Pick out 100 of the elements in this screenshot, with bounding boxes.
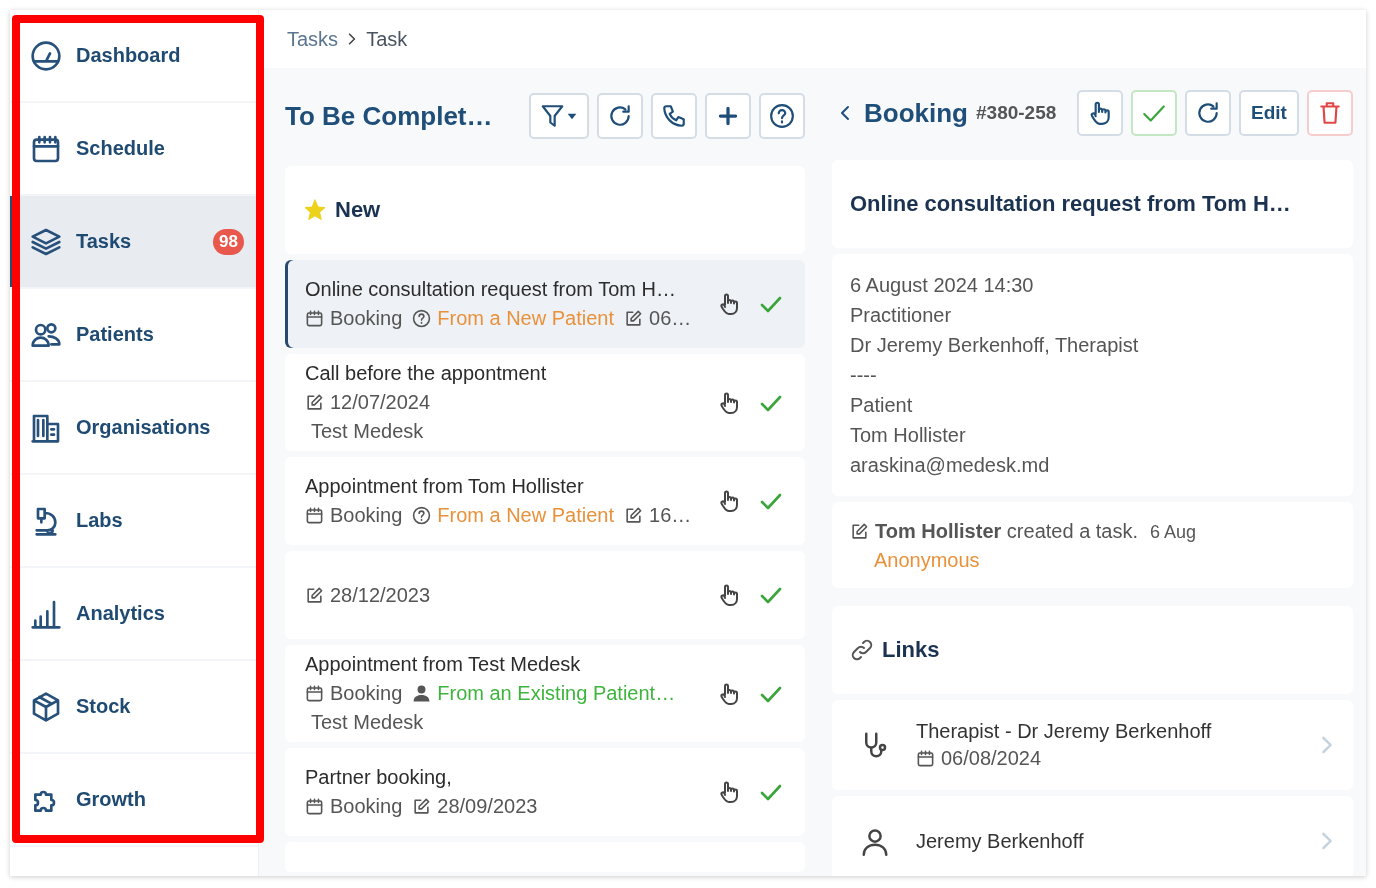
detail-line: 6 August 2024 14:30 xyxy=(850,273,1035,298)
link-title: Therapist - Dr Jeremy Berkenhoff xyxy=(916,720,1213,743)
detail-line: Practitioner xyxy=(850,303,953,328)
calendar-icon xyxy=(305,797,324,816)
detail-title: Booking xyxy=(864,97,968,129)
task-row[interactable]: 28/12/2023 xyxy=(285,551,805,639)
link-icon xyxy=(850,638,874,662)
sidebar-item[interactable]: Growth xyxy=(10,754,258,847)
hand-pointer-icon[interactable] xyxy=(717,780,741,804)
edit-icon xyxy=(305,585,324,605)
sidebar-item[interactable]: Tasks 98 xyxy=(10,196,258,289)
edit-icon xyxy=(412,797,432,816)
cube-icon xyxy=(30,690,62,723)
task-row[interactable]: Call before the appontment 12/07/2024 Test Medesk xyxy=(285,354,805,451)
sidebar-item[interactable]: Labs xyxy=(10,475,258,568)
add-button[interactable] xyxy=(705,93,751,139)
edit-icon xyxy=(305,393,324,412)
section-title: Links xyxy=(882,637,940,663)
trash-icon xyxy=(1317,100,1343,126)
task-title: Online consultation request from Tom H… xyxy=(305,278,677,301)
refresh-button[interactable] xyxy=(1185,90,1231,136)
task-title: Call before the appontment xyxy=(305,362,548,385)
activity-source: Anonymous xyxy=(873,549,981,572)
sidebar-item[interactable]: Patients xyxy=(10,289,258,382)
sidebar-item[interactable]: Dashboard xyxy=(10,10,258,103)
detail-number: #380-258 xyxy=(976,102,1058,124)
task-type: Booking xyxy=(330,682,403,705)
count-badge: 98 xyxy=(213,228,244,255)
edit-button[interactable]: Edit xyxy=(1239,90,1299,136)
filter-button[interactable] xyxy=(529,93,589,139)
task-type: Booking xyxy=(330,504,403,527)
edit-icon xyxy=(624,506,643,525)
detail-line: araskina@medesk.md xyxy=(850,453,1051,478)
calendar-icon xyxy=(305,506,324,525)
breadcrumb-current: Task xyxy=(366,27,408,51)
detail-line: Patient xyxy=(850,393,914,418)
hand-pointer-icon[interactable] xyxy=(717,681,741,706)
refresh-button[interactable] xyxy=(597,93,643,139)
link-date: 06/08/2024 xyxy=(941,747,1042,770)
refresh-icon xyxy=(1195,100,1221,126)
edit-icon xyxy=(624,309,643,328)
sidebar-item[interactable]: Analytics xyxy=(10,568,258,661)
user-icon xyxy=(860,826,890,856)
link-row[interactable]: Therapist - Dr Jeremy Berkenhoff 06/08/2024 xyxy=(832,700,1353,790)
task-row[interactable]: Appointment from Tom Hollister Booking From a New Patient 16… xyxy=(285,457,805,545)
task-row[interactable]: Partner booking, Booking 28/09/2023 xyxy=(285,748,805,836)
detail-line: ---- xyxy=(850,363,878,388)
help-icon xyxy=(412,506,432,525)
task-source: From a New Patient xyxy=(437,307,614,330)
calendar-icon xyxy=(916,749,935,768)
chevron-right-icon xyxy=(348,32,357,46)
calendar-icon xyxy=(305,309,324,328)
dashboard-icon xyxy=(30,39,62,72)
person-icon xyxy=(412,684,432,703)
detail-line: Tom Hollister xyxy=(850,423,967,448)
task-title: Appointment from Test Medesk xyxy=(305,653,582,676)
task-row[interactable]: Online consultation request from Tom H… Booking From a New Patient 06… xyxy=(285,260,805,348)
filter-icon xyxy=(540,103,578,129)
link-row[interactable]: Jeremy Berkenhoff xyxy=(832,796,1353,876)
task-date: 06… xyxy=(649,307,692,330)
task-source: From a New Patient xyxy=(437,504,614,527)
edit-icon xyxy=(850,522,869,541)
complete-button[interactable] xyxy=(1131,90,1177,136)
chevron-right-icon xyxy=(1321,830,1333,852)
detail-line: Dr Jeremy Berkenhoff, Therapist xyxy=(850,333,1140,358)
task-source: From an Existing Patient… xyxy=(437,682,676,705)
refresh-icon xyxy=(607,103,633,129)
hand-pointer-icon[interactable] xyxy=(717,583,741,607)
hand-pointer-icon[interactable] xyxy=(717,292,741,316)
sidebar-item[interactable]: Stock xyxy=(10,661,258,754)
star-icon xyxy=(303,198,327,222)
task-date: 28/09/2023 xyxy=(437,795,538,818)
back-chevron-icon[interactable] xyxy=(840,105,850,121)
task-title: Appointment from Tom Hollister xyxy=(305,475,585,498)
sidebar-item[interactable]: Organisations xyxy=(10,382,258,475)
phone-icon xyxy=(661,103,687,129)
hand-pointer-icon[interactable] xyxy=(717,390,741,415)
task-date: 12/07/2024 xyxy=(330,391,431,414)
take-task-button[interactable] xyxy=(1077,90,1123,136)
activity-text: Tom Hollister created a task. xyxy=(875,520,1139,543)
chevron-right-icon xyxy=(1321,734,1333,756)
calendar-icon xyxy=(305,684,324,703)
list-title: To Be Complet… xyxy=(285,100,494,132)
task-type: Booking xyxy=(330,307,403,330)
hand-pointer-icon[interactable] xyxy=(717,489,741,513)
delete-button[interactable] xyxy=(1307,90,1353,136)
task-date: 16… xyxy=(649,504,692,527)
task-note: Test Medesk xyxy=(310,420,425,443)
task-title: Partner booking, xyxy=(305,766,453,789)
help-button[interactable] xyxy=(759,93,805,139)
task-note: Test Medesk xyxy=(310,711,425,734)
breadcrumb-link[interactable]: Tasks xyxy=(287,27,339,51)
link-title: Jeremy Berkenhoff xyxy=(916,829,1085,853)
group-title: New xyxy=(335,197,381,223)
help-icon xyxy=(769,103,795,129)
task-row[interactable]: Appointment from Test Medesk Booking From an Existing Patient… Test Medesk xyxy=(285,645,805,742)
phone-button[interactable] xyxy=(651,93,697,139)
task-heading: Online consultation request from Tom H… xyxy=(850,191,1291,217)
task-date: 28/12/2023 xyxy=(330,583,431,607)
help-icon xyxy=(412,309,432,328)
